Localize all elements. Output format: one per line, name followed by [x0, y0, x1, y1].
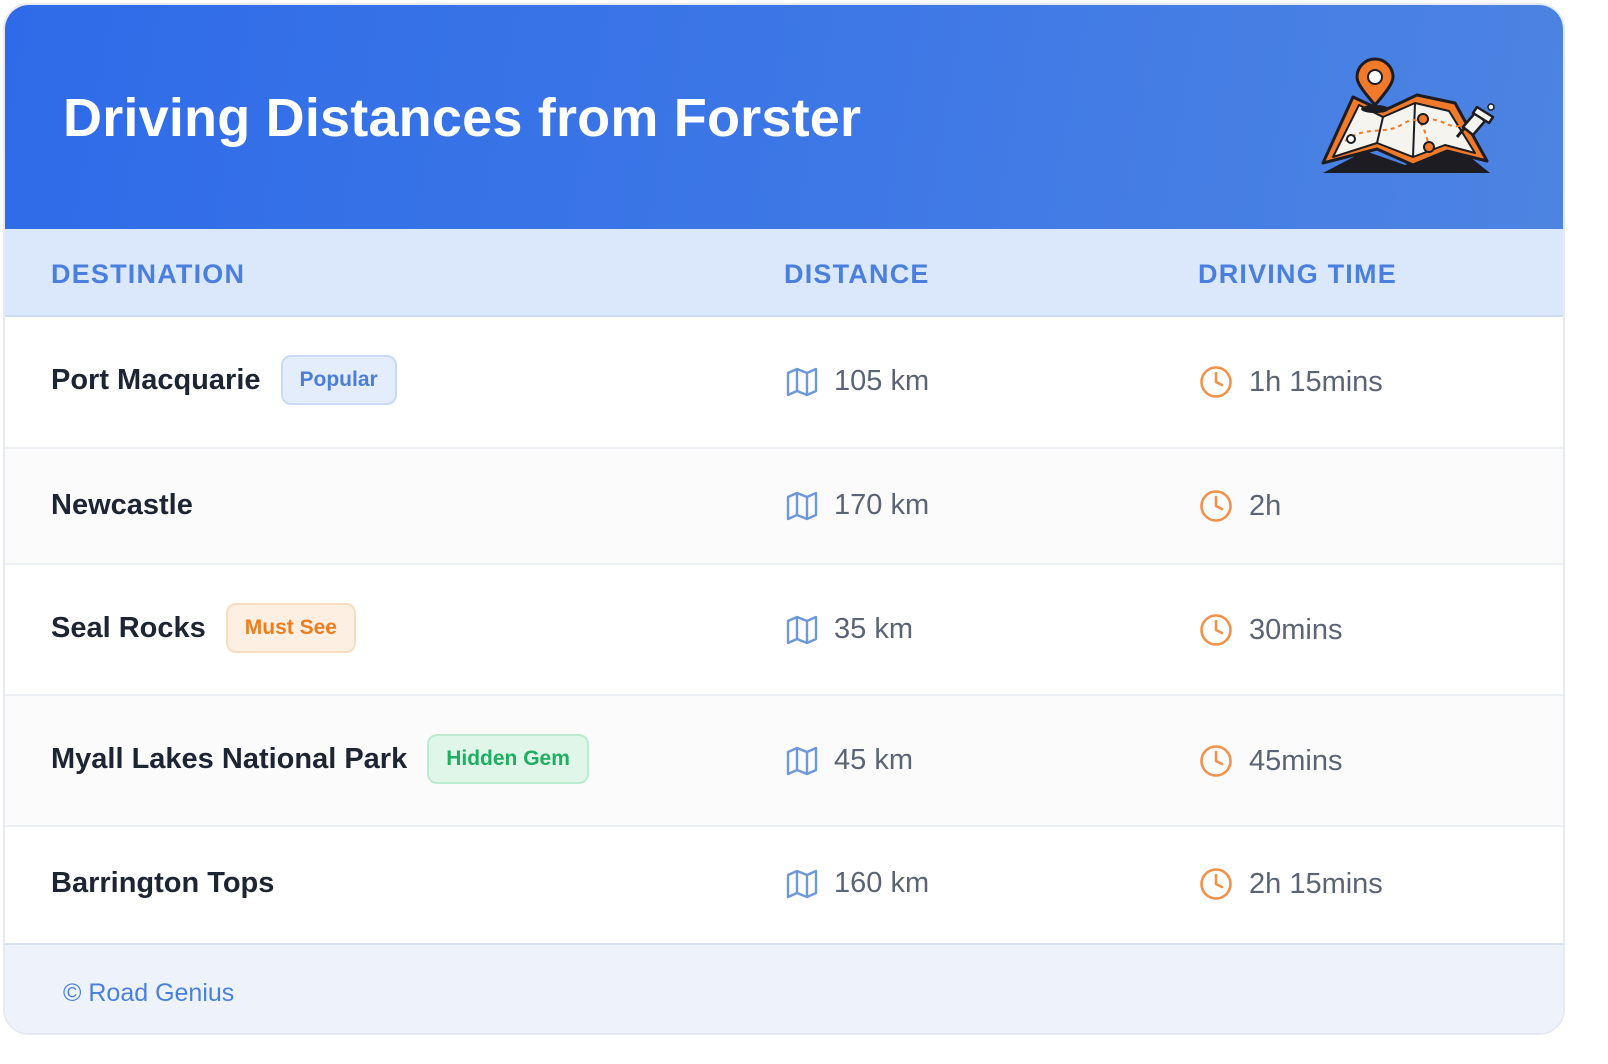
driving-time-cell: 2h [1199, 489, 1281, 523]
distance-cell: 160 km [786, 867, 929, 900]
table-row: Newcastle 170 km 2h [5, 449, 1563, 565]
clock-icon [1200, 745, 1232, 777]
table-row: Seal Rocks Must See 35 km 30mins [5, 565, 1563, 696]
driving-time-cell: 30mins [1199, 613, 1343, 647]
destination-cell: Seal Rocks Must See [51, 603, 356, 653]
driving-time-value: 2h [1249, 489, 1282, 522]
distance-value: 170 km [834, 489, 930, 521]
column-header-driving-time: DRIVING TIME [1198, 259, 1397, 289]
footer: © Road Genius [5, 943, 1563, 1033]
driving-time-cell: 45mins [1199, 744, 1343, 778]
column-header-destination: DESTINATION [51, 259, 246, 289]
distance-cell: 170 km [786, 489, 929, 522]
driving-time-value: 45mins [1249, 744, 1343, 777]
destination-cell: Newcastle [51, 489, 193, 522]
table-row: Barrington Tops 160 km 2h 15mins [5, 827, 1563, 943]
clock-icon [1200, 490, 1232, 522]
driving-time-value: 30mins [1249, 613, 1343, 646]
distance-value: 160 km [834, 867, 930, 899]
destination-name: Seal Rocks [51, 611, 206, 644]
driving-time-cell: 2h 15mins [1199, 867, 1383, 901]
table-row: Port Macquarie Popular 105 km 1h 15mins [5, 317, 1563, 449]
driving-time-value: 1h 15mins [1249, 365, 1383, 398]
map-icon [786, 367, 818, 396]
distance-cell: 105 km [786, 365, 929, 398]
table-row: Myall Lakes National Park Hidden Gem 45 … [5, 696, 1563, 827]
column-header-distance: DISTANCE [784, 259, 930, 289]
map-icon [786, 746, 818, 775]
status-badge: Must See [225, 603, 356, 653]
distance-value: 105 km [834, 365, 930, 397]
distance-value: 45 km [834, 744, 913, 776]
status-badge: Popular [280, 355, 397, 405]
map-icon [786, 615, 818, 644]
status-badge: Hidden Gem [427, 734, 589, 784]
table-header: DESTINATION DISTANCE DRIVING TIME [5, 229, 1563, 317]
destination-name: Barrington Tops [51, 867, 275, 899]
clock-icon [1200, 614, 1232, 646]
destination-name: Myall Lakes National Park [51, 742, 408, 775]
destination-name: Newcastle [51, 489, 193, 521]
page-title: Driving Distances from Forster [63, 88, 862, 148]
map-icon [786, 869, 818, 898]
clock-icon [1200, 366, 1232, 398]
driving-time-cell: 1h 15mins [1199, 365, 1383, 399]
distances-card: Driving Distances from Forster DESTINATI… [3, 3, 1565, 1035]
clock-icon [1200, 868, 1232, 900]
destination-cell: Port Macquarie Popular [51, 355, 397, 405]
driving-time-value: 2h 15mins [1249, 867, 1383, 900]
header-banner: Driving Distances from Forster [5, 5, 1563, 229]
distance-value: 35 km [834, 613, 913, 645]
copyright-text: © Road Genius [63, 979, 235, 1007]
map-icon [786, 491, 818, 520]
distance-cell: 35 km [786, 613, 913, 646]
distance-cell: 45 km [786, 744, 913, 777]
destination-cell: Myall Lakes National Park Hidden Gem [51, 734, 589, 784]
destination-cell: Barrington Tops [51, 867, 274, 900]
map-with-pins-icon [1321, 57, 1495, 173]
destination-name: Port Macquarie [51, 363, 261, 396]
